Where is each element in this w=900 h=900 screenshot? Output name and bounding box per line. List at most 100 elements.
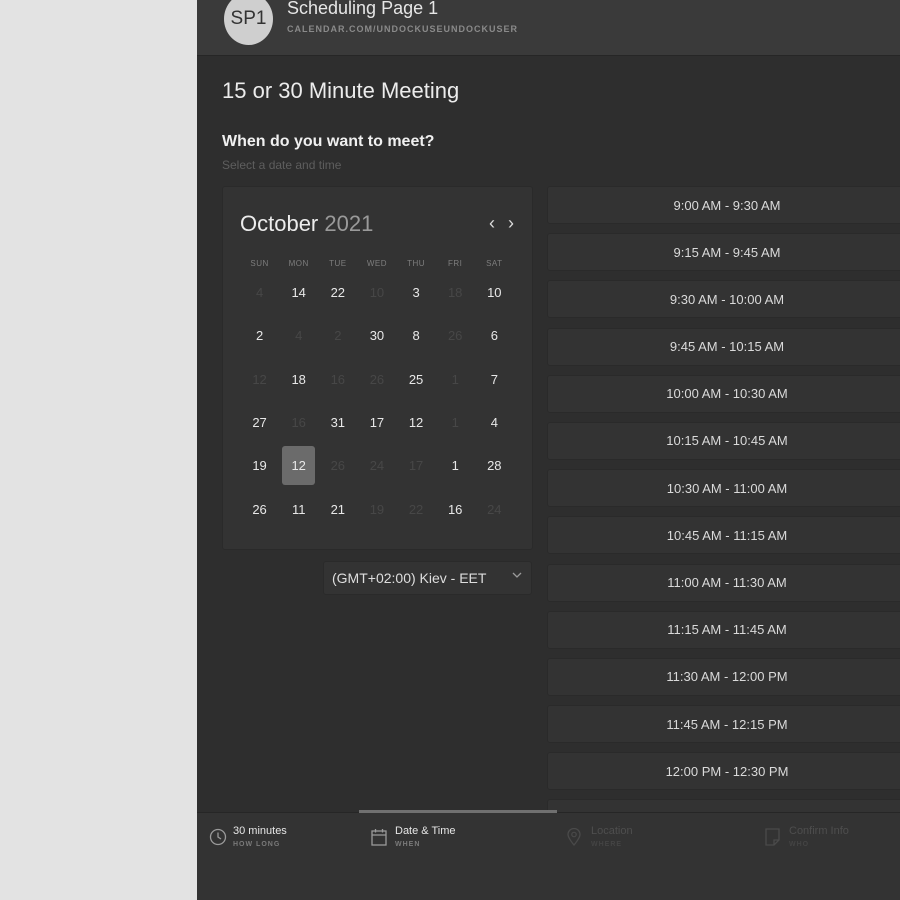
chevron-left-icon[interactable]: ‹ [489,213,495,234]
weekday-label: TUE [329,259,347,268]
available-day[interactable]: 22 [318,271,357,314]
available-day[interactable]: 27 [240,401,279,444]
weekday-label: THU [407,259,426,268]
day-number: 24 [369,458,385,474]
available-day[interactable]: 2 [240,314,279,357]
day-number: 22 [408,501,424,517]
day-number: 12 [408,415,424,431]
unavailable-day: 10 [357,271,396,314]
time-slot-button[interactable]: 10:00 AM - 10:30 AM [547,374,900,413]
scheduling-page-name: Scheduling Page 1 [287,0,439,18]
time-slot-list: 9:00 AM - 9:30 AM 9:15 AM - 9:45 AM 9:30 A… [547,186,900,847]
weekday-label: WED [366,259,388,268]
step-confirm-info-label: Confirm Info [789,825,849,837]
unavailable-day: 12 [240,358,279,401]
day-number: 28 [487,458,502,474]
weekday-label: SAT [486,259,503,268]
available-day[interactable]: 25 [397,358,436,401]
available-day[interactable]: 19 [240,444,279,487]
day-number: 30 [369,328,385,344]
day-number: 3 [412,285,420,301]
calendar-icon [371,828,387,851]
available-day[interactable]: 16 [436,487,475,530]
available-day[interactable]: 7 [475,358,514,401]
available-day[interactable]: 17 [357,401,396,444]
time-slot-button[interactable]: 9:00 AM - 9:30 AM [547,186,900,224]
selected-day[interactable]: 12 [279,444,318,487]
day-number: 1 [451,458,459,474]
day-number: 7 [490,371,498,387]
available-day[interactable]: 14 [279,271,318,314]
day-number: 31 [330,415,346,431]
unavailable-day: 4 [240,271,279,314]
available-day[interactable]: 21 [318,487,357,530]
day-number: 17 [369,415,385,431]
day-number: 16 [291,415,306,431]
available-day[interactable]: 30 [357,314,396,357]
step-date-time-label: Date & Time [395,825,456,837]
day-number: 26 [330,458,346,474]
day-number: 4 [490,415,498,431]
time-slot-button[interactable]: 9:15 AM - 9:45 AM [547,233,900,272]
unavailable-day: 26 [357,358,396,401]
day-number: 10 [487,285,502,301]
scheduling-page-url[interactable]: CALENDAR.COM/UNDOCKUSEUNDOCKUSER [287,24,518,34]
available-day[interactable]: 11 [279,487,318,530]
day-number: 17 [408,458,424,474]
day-number: 6 [490,328,498,344]
chevron-right-icon[interactable]: › [508,213,514,234]
unavailable-day: 16 [318,358,357,401]
available-day[interactable]: 6 [475,314,514,357]
available-day[interactable]: 4 [475,401,514,444]
weekday-label: SUN [250,259,269,268]
available-day[interactable]: 18 [279,358,318,401]
day-number: 1 [451,415,459,431]
time-slot-button[interactable]: 11:30 AM - 12:00 PM [547,657,900,696]
day-number: 10 [369,285,385,301]
day-number: 27 [252,415,267,431]
unavailable-day: 18 [436,271,475,314]
location-pin-icon [567,827,581,851]
day-number: 26 [369,371,385,387]
when-heading: When do you want to meet? [222,133,435,150]
available-day[interactable]: 26 [240,487,279,530]
unavailable-day: 17 [397,444,436,487]
clock-icon [209,828,227,851]
day-number: 18 [447,285,463,301]
available-day[interactable]: 12 [397,401,436,444]
time-slot-button[interactable]: 12:00 PM - 12:30 PM [547,752,900,791]
step-date-time-sub: WHEN [395,841,421,848]
weekday-label: MON [288,259,309,268]
available-day[interactable]: 10 [475,271,514,314]
step-progress-bar: 30 minutes HOW LONG Date & Time WHEN Loc… [197,810,900,900]
meeting-title: 15 or 30 Minute Meeting [222,78,460,103]
available-day[interactable]: 1 [436,444,475,487]
time-slot-button[interactable]: 9:30 AM - 10:00 AM [547,280,900,319]
day-grid: 4 14 22 10 3 18 10 2 4 2 30 8 26 6 12 18 16 26 25 1 7 27 16 31 1… [240,271,514,531]
time-slot-button[interactable]: 10:45 AM - 11:15 AM [547,516,900,555]
timezone-label: (GMT+02:00) Kiev - EET [332,570,487,586]
day-number: 8 [412,328,420,344]
day-number: 19 [369,501,385,517]
time-slot-button[interactable]: 11:00 AM - 11:30 AM [547,563,900,602]
available-day[interactable]: 31 [318,401,357,444]
available-day[interactable]: 28 [475,444,514,487]
day-number: 24 [487,501,502,517]
time-slot-button[interactable]: 10:15 AM - 10:45 AM [547,421,900,460]
weekday-label: FRI [447,259,463,268]
time-slot-button[interactable]: 11:15 AM - 11:45 AM [547,610,900,649]
calendar-month-year: October 2021 [240,211,373,237]
step-location-sub: WHERE [591,841,623,848]
time-slot-button[interactable]: 9:45 AM - 10:15 AM [547,327,900,366]
time-slot-button[interactable]: 11:45 AM - 12:15 PM [547,705,900,744]
day-number: 16 [447,501,463,517]
available-day[interactable]: 3 [397,271,436,314]
unavailable-day: 26 [436,314,475,357]
day-number: 4 [255,285,264,301]
time-slot-button[interactable]: 10:30 AM - 11:00 AM [547,469,900,508]
unavailable-day: 1 [436,401,475,444]
available-day[interactable]: 8 [397,314,436,357]
day-number: 2 [334,328,342,344]
timezone-select[interactable]: (GMT+02:00) Kiev - EET [323,561,532,595]
unavailable-day: 26 [318,444,357,487]
